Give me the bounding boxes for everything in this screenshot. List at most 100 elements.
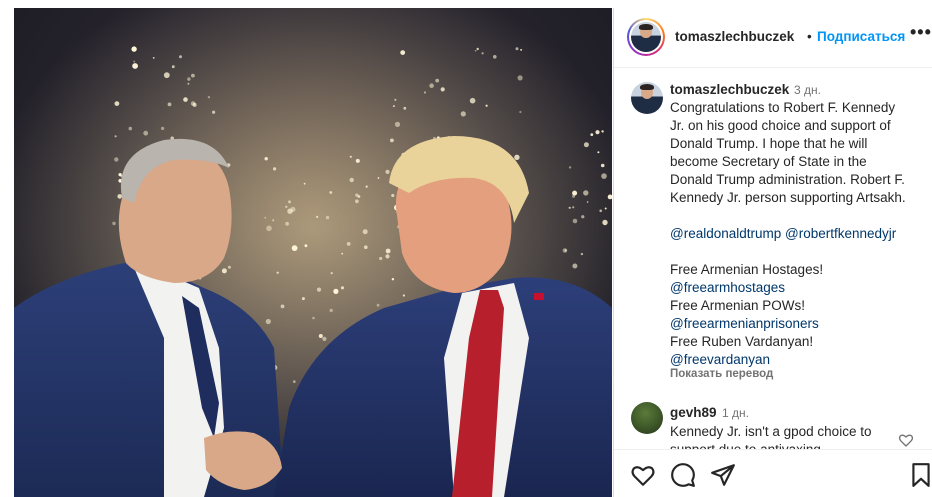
- mention-link[interactable]: @freearmhostages: [670, 279, 922, 297]
- author-avatar[interactable]: [631, 22, 661, 52]
- comments-section[interactable]: tomaszlechbuczek 3 дн. Congratulations t…: [614, 69, 932, 449]
- firework-spark: [581, 215, 585, 219]
- commenter-avatar[interactable]: [631, 402, 663, 434]
- firework-spark: [391, 278, 395, 281]
- firework-spark: [340, 286, 345, 290]
- firework-spark: [514, 154, 520, 160]
- post-photo[interactable]: [14, 8, 612, 497]
- commenter-username[interactable]: gevh89: [670, 405, 717, 420]
- firework-spark: [595, 130, 600, 135]
- firework-spark: [376, 303, 380, 307]
- heart-icon[interactable]: [630, 462, 656, 488]
- firework-spark: [429, 83, 434, 88]
- firework-spark: [272, 219, 275, 222]
- caption-line: Congratulations to Robert F. Kennedy: [670, 100, 896, 115]
- instagram-post: tomaszlechbuczek • Подписаться ••• tomas…: [0, 0, 932, 497]
- firework-spark: [379, 256, 383, 261]
- firework-spark: [318, 334, 323, 338]
- firework-spark: [355, 193, 359, 197]
- firework-spark: [183, 97, 188, 102]
- firework-spark: [191, 73, 195, 78]
- firework-spark: [402, 294, 405, 297]
- firework-spark: [325, 215, 330, 220]
- firework-spark: [264, 216, 267, 219]
- more-options-icon[interactable]: •••: [910, 22, 932, 43]
- firework-spark: [276, 271, 279, 274]
- firework-spark: [273, 167, 277, 171]
- firework-spark: [133, 60, 136, 63]
- firework-spark: [117, 194, 122, 199]
- firework-spark: [390, 138, 394, 143]
- caption-author-username[interactable]: tomaszlechbuczek: [670, 82, 789, 97]
- firework-spark: [355, 199, 359, 204]
- caption-line: become Secretary of State in the: [670, 154, 867, 169]
- mention-link[interactable]: @freearmenianprisoners: [670, 315, 922, 333]
- caption-line: Free Armenian Hostages!: [670, 262, 824, 277]
- caption-line: Free Armenian POWs!: [670, 298, 806, 313]
- firework-spark: [265, 318, 271, 325]
- firework-spark: [440, 87, 445, 92]
- firework-spark: [394, 121, 401, 127]
- follow-button[interactable]: Подписаться: [817, 29, 905, 44]
- photo-illustration: [14, 8, 612, 497]
- firework-spark: [362, 229, 368, 235]
- firework-spark: [330, 272, 333, 275]
- mention-link[interactable]: @realdonaldtrump: [670, 226, 781, 241]
- action-bar: [614, 449, 932, 497]
- author-username[interactable]: tomaszlechbuczek: [675, 29, 794, 44]
- caption-text: Congratulations to Robert F. Kennedy Jr.…: [670, 99, 922, 369]
- firework-spark: [602, 219, 608, 226]
- firework-spark: [227, 265, 231, 269]
- firework-spark: [341, 252, 344, 255]
- firework-spark: [580, 252, 584, 256]
- firework-spark: [493, 55, 497, 59]
- comment-icon[interactable]: [670, 462, 696, 488]
- firework-spark: [280, 304, 285, 309]
- story-ring[interactable]: [627, 18, 665, 56]
- firework-spark: [346, 242, 351, 246]
- firework-spark: [291, 245, 298, 252]
- firework-spark: [329, 308, 333, 313]
- firework-spark: [207, 96, 211, 99]
- firework-spark: [114, 101, 120, 106]
- caption-timestamp[interactable]: 3 дн.: [794, 83, 821, 97]
- firework-spark: [481, 52, 484, 55]
- share-icon[interactable]: [710, 462, 736, 488]
- firework-spark: [301, 297, 305, 301]
- caption-line: Donald Trump administration. Robert F.: [670, 172, 905, 187]
- firework-spark: [394, 98, 397, 101]
- caption-line: Jr. on his good choice and support of: [670, 118, 891, 133]
- firework-spark: [349, 177, 354, 183]
- firework-spark: [143, 130, 149, 136]
- mention-link[interactable]: @robertfkennedyjr: [785, 226, 896, 241]
- caption-author-avatar[interactable]: [631, 82, 663, 114]
- mention-link[interactable]: @freevardanyan: [670, 351, 922, 369]
- firework-spark: [355, 158, 360, 163]
- firework-spark: [190, 101, 196, 106]
- firework-spark: [485, 104, 488, 107]
- firework-spark: [517, 75, 523, 81]
- comment-timestamp[interactable]: 1 дн.: [722, 406, 749, 420]
- firework-spark: [131, 46, 137, 52]
- firework-spark: [152, 57, 155, 59]
- firework-spark: [601, 130, 604, 133]
- firework-spark: [601, 173, 607, 179]
- firework-spark: [212, 110, 216, 114]
- firework-spark: [288, 200, 291, 204]
- firework-spark: [304, 244, 308, 248]
- show-translation-button[interactable]: Показать перевод: [670, 368, 773, 380]
- comment-like-heart-icon[interactable]: [898, 432, 914, 448]
- firework-spark: [568, 206, 571, 209]
- firework-spark: [583, 190, 589, 196]
- firework-spark: [179, 55, 182, 59]
- bookmark-icon[interactable]: [908, 462, 932, 488]
- firework-spark: [322, 336, 327, 341]
- firework-spark: [590, 133, 594, 136]
- firework-spark: [316, 287, 322, 292]
- post-header: tomaszlechbuczek • Подписаться •••: [614, 8, 932, 68]
- firework-spark: [600, 163, 605, 168]
- comment-line: support due to antivaxing: [670, 441, 895, 449]
- firework-spark: [316, 215, 319, 218]
- caption-line: Donald Trump. I hope that he will: [670, 136, 868, 151]
- firework-spark: [572, 206, 575, 209]
